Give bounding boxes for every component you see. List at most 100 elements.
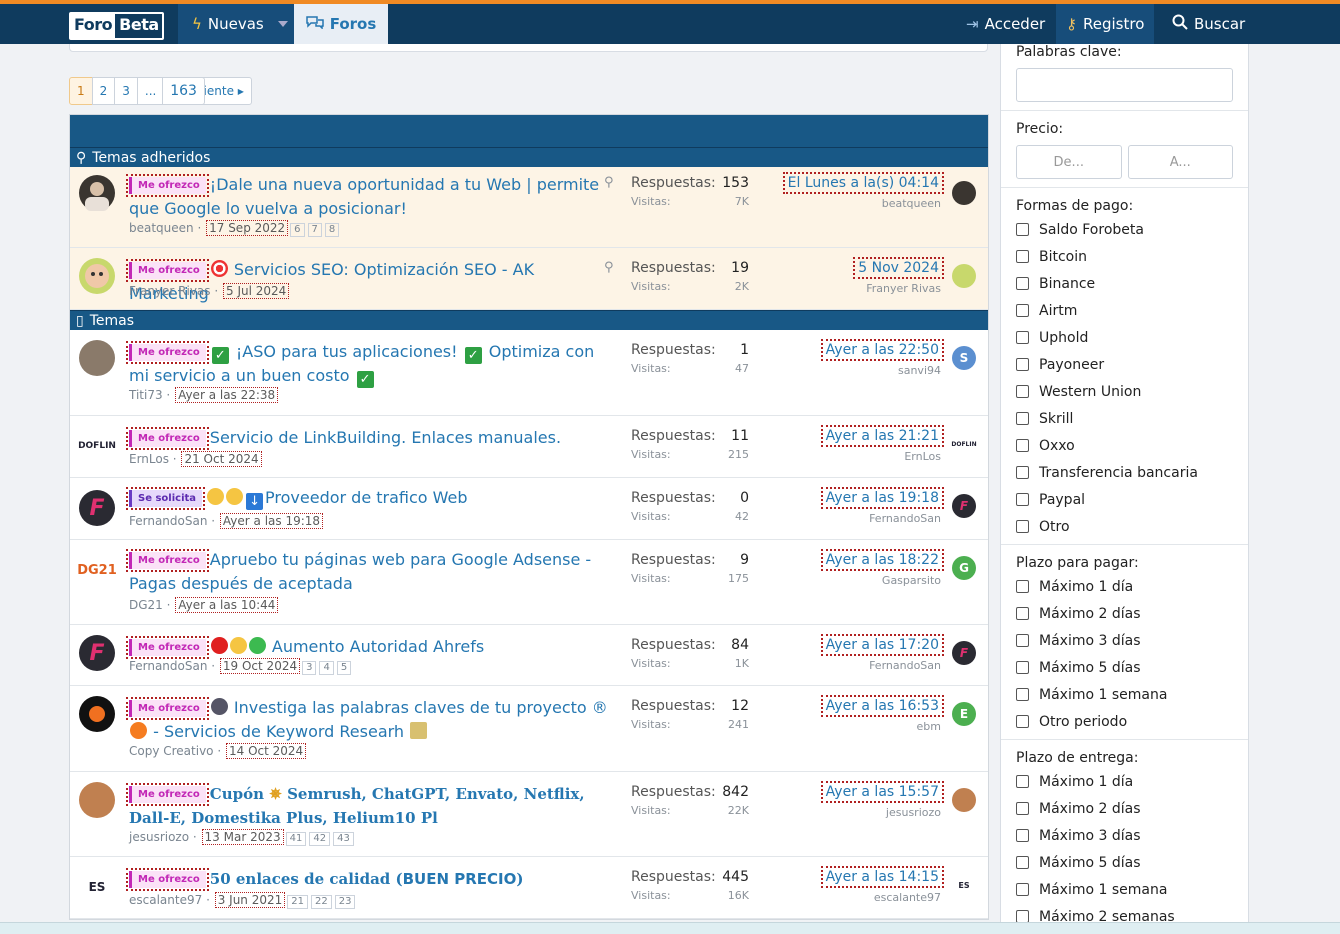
last-poster-avatar[interactable]: DOFLIN [951, 432, 977, 456]
thread-author[interactable]: escalante97 [129, 893, 202, 907]
thread-date[interactable]: 14 Oct 2024 [225, 743, 307, 759]
thread-author[interactable]: jesusriozo [129, 830, 189, 844]
payment-option[interactable]: Saldo Forobeta [1016, 216, 1233, 243]
delivery-option[interactable]: Máximo 5 días [1016, 849, 1233, 876]
thread-author[interactable]: FernandoSan [129, 659, 207, 673]
last-poster-avatar[interactable]: F [952, 494, 976, 518]
checkbox[interactable] [1016, 829, 1029, 842]
last-post-date[interactable]: Ayer a las 19:18 [820, 487, 945, 509]
thread-title[interactable]: Me ofrezco Aumento Autoridad Ahrefs [126, 635, 609, 659]
thread-title[interactable]: Me ofrezco Investiga las palabras claves… [126, 696, 609, 744]
last-post-date[interactable]: 5 Nov 2024 [853, 257, 944, 279]
page-jump[interactable]: 43 [333, 832, 354, 846]
thread-row[interactable]: F Se solicita ↓ Proveedor de trafico Web F… [70, 478, 988, 540]
thread-row[interactable]: Me ofrezco Cupón ✵ Semrush, ChatGPT, Enva… [70, 772, 988, 857]
checkbox[interactable] [1016, 802, 1029, 815]
thread-author[interactable]: Titi73 [129, 388, 163, 402]
checkbox[interactable] [1016, 520, 1029, 533]
page-jump[interactable]: 5 [336, 661, 352, 675]
last-post-date[interactable]: Ayer a las 21:21 [820, 425, 945, 447]
last-post-user[interactable]: Gasparsito [824, 574, 941, 587]
prefix-label[interactable]: Me ofrezco [126, 174, 209, 197]
thread-date[interactable]: 5 Jul 2024 [222, 283, 290, 299]
site-logo[interactable]: Foro Beta [69, 12, 164, 40]
pay-term-option[interactable]: Máximo 1 semana [1016, 681, 1233, 708]
thread-title[interactable]: Me ofrezco 50 enlaces de calidad (BUEN PR… [126, 867, 609, 891]
checkbox[interactable] [1016, 385, 1029, 398]
last-post-date[interactable]: Ayer a las 16:53 [820, 695, 945, 717]
thread-row[interactable]: ES Me ofrezco 50 enlaces de calidad (BUEN… [70, 857, 988, 919]
thread-author[interactable]: ErnLos [129, 452, 169, 466]
last-post-date[interactable]: Ayer a las 22:50 [820, 339, 945, 361]
checkbox[interactable] [1016, 856, 1029, 869]
avatar[interactable]: DG21 [77, 552, 117, 588]
checkbox[interactable] [1016, 331, 1029, 344]
checkbox[interactable] [1016, 304, 1029, 317]
prefix-label[interactable]: Me ofrezco [126, 868, 209, 891]
last-poster-avatar[interactable]: ES [952, 873, 976, 897]
price-to-input[interactable]: A... [1127, 145, 1233, 179]
last-post-user[interactable]: FernandoSan [824, 512, 941, 525]
checkbox[interactable] [1016, 715, 1029, 728]
last-poster-avatar[interactable]: F [952, 641, 976, 665]
thread-date[interactable]: Ayer a las 22:38 [175, 387, 279, 403]
thread-author[interactable]: Franyer Rivas [129, 284, 211, 298]
last-poster-avatar[interactable]: S [952, 346, 976, 370]
last-post-user[interactable]: ebm [824, 720, 941, 733]
page-jump[interactable]: 21 [287, 895, 308, 909]
page-jump[interactable]: 23 [334, 895, 356, 909]
last-post-date[interactable]: El Lunes a la(s) 04:14 [782, 172, 945, 194]
last-post-user[interactable]: jesusriozo [824, 806, 941, 819]
pay-term-option[interactable]: Máximo 5 días [1016, 654, 1233, 681]
page-jump[interactable]: 6 [290, 223, 305, 237]
thread-title[interactable]: Me ofrezco Servicios SEO: Optimización S… [126, 258, 609, 306]
thread-title[interactable]: Me ofrezco ¡Dale una nueva oportunidad a … [126, 173, 609, 221]
nav-foros[interactable]: Foros [294, 4, 388, 44]
checkbox[interactable] [1016, 580, 1029, 593]
pay-term-option[interactable]: Máximo 1 día [1016, 573, 1233, 600]
avatar[interactable]: DOFLIN [78, 428, 116, 464]
payment-option[interactable]: Payoneer [1016, 351, 1233, 378]
avatar[interactable]: ES [79, 869, 115, 905]
checkbox[interactable] [1016, 358, 1029, 371]
page-jump[interactable]: 4 [319, 661, 334, 675]
checkbox[interactable] [1016, 223, 1029, 236]
payment-option[interactable]: Otro [1016, 513, 1233, 540]
payment-option[interactable]: Western Union [1016, 378, 1233, 405]
prefix-label[interactable]: Me ofrezco [126, 341, 209, 364]
checkbox[interactable] [1016, 883, 1029, 896]
page-jump[interactable]: 41 [285, 832, 307, 846]
keywords-input[interactable] [1016, 68, 1233, 102]
page-1[interactable]: 1 [69, 77, 93, 105]
thread-row[interactable]: Me ofrezco ¡Dale una nueva oportunidad a … [70, 167, 988, 248]
thread-author[interactable]: DG21 [129, 598, 163, 612]
prefix-label[interactable]: Me ofrezco [126, 549, 209, 572]
checkbox[interactable] [1016, 439, 1029, 452]
delivery-option[interactable]: Máximo 1 semana [1016, 876, 1233, 903]
page-jump[interactable]: 8 [324, 223, 340, 237]
delivery-option[interactable]: Máximo 1 día [1016, 768, 1233, 795]
checkbox[interactable] [1016, 775, 1029, 788]
prefix-label[interactable]: Me ofrezco [126, 697, 209, 720]
delivery-option[interactable]: Máximo 3 días [1016, 822, 1233, 849]
pay-term-option[interactable]: Máximo 2 días [1016, 600, 1233, 627]
prefix-label[interactable]: Se solicita [125, 487, 206, 510]
delivery-option[interactable]: Máximo 2 días [1016, 795, 1233, 822]
checkbox[interactable] [1016, 412, 1029, 425]
last-post-date[interactable]: Ayer a las 18:22 [820, 549, 945, 571]
last-post-user[interactable]: sanvi94 [824, 364, 941, 377]
thread-title[interactable]: Me ofrezco Servicio de LinkBuilding. Enla… [126, 426, 609, 450]
avatar[interactable]: F [79, 490, 115, 526]
thread-author[interactable]: FernandoSan [129, 514, 207, 528]
avatar[interactable] [79, 696, 115, 732]
checkbox[interactable] [1016, 250, 1029, 263]
checkbox[interactable] [1016, 607, 1029, 620]
checkbox[interactable] [1016, 688, 1029, 701]
prefix-label[interactable]: Me ofrezco [126, 427, 209, 450]
payment-option[interactable]: Oxxo [1016, 432, 1233, 459]
checkbox[interactable] [1016, 466, 1029, 479]
checkbox[interactable] [1016, 661, 1029, 674]
last-poster-avatar[interactable] [952, 264, 976, 288]
thread-title[interactable]: Me ofrezco Apruebo tu páginas web para Go… [126, 548, 609, 596]
prefix-label[interactable]: Me ofrezco [126, 636, 209, 659]
